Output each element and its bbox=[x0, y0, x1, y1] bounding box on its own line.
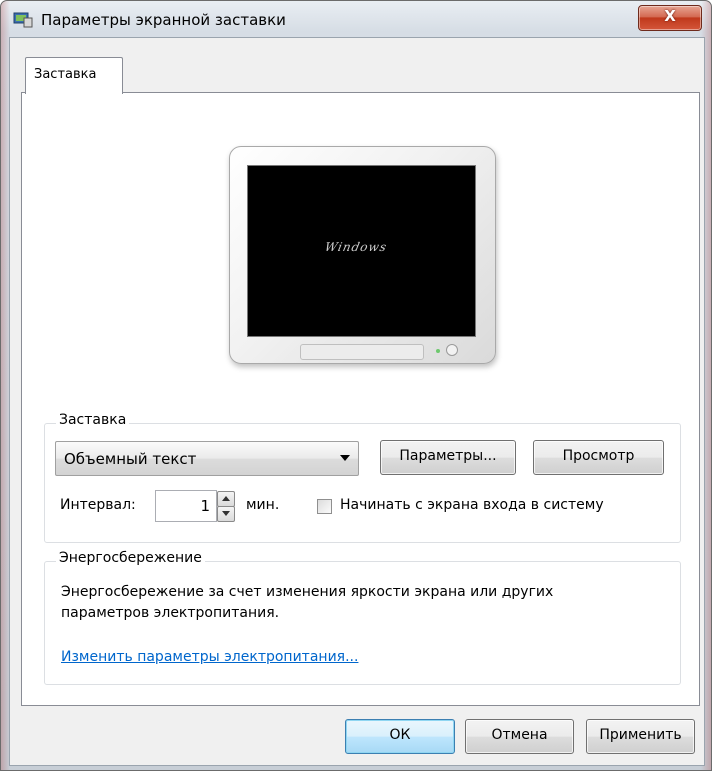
preview-button[interactable]: Просмотр bbox=[533, 440, 664, 475]
logon-screen-checkbox-label[interactable]: Начинать с экрана входа в систему bbox=[340, 497, 604, 513]
close-icon: X bbox=[664, 7, 676, 25]
screensaver-dropdown-value: Объемный текст bbox=[64, 450, 197, 468]
preview-3d-text: Windows bbox=[323, 240, 389, 254]
interval-value: 1 bbox=[200, 497, 210, 515]
interval-unit-label: мин. bbox=[246, 497, 280, 513]
arrow-down-icon bbox=[222, 511, 230, 516]
monitor-stand-slot bbox=[300, 344, 424, 360]
power-description: Энергосбережение за счет изменения яркос… bbox=[61, 584, 554, 621]
ok-button[interactable]: ОК bbox=[345, 719, 455, 754]
display-properties-icon bbox=[13, 12, 33, 28]
power-group-legend: Энергосбережение bbox=[56, 550, 205, 566]
arrow-up-icon bbox=[222, 496, 230, 501]
tab-screensaver[interactable]: Заставка bbox=[25, 57, 123, 94]
logon-screen-checkbox[interactable] bbox=[317, 499, 332, 514]
monitor-led-icon bbox=[436, 349, 440, 353]
interval-increase-button[interactable] bbox=[217, 491, 235, 507]
screensaver-dropdown[interactable]: Объемный текст bbox=[55, 441, 359, 476]
monitor-power-icon bbox=[446, 344, 458, 356]
change-power-settings-link[interactable]: Изменить параметры электропитания... bbox=[61, 649, 358, 665]
screensaver-group-legend: Заставка bbox=[56, 412, 130, 428]
interval-label: Интервал: bbox=[60, 497, 136, 513]
cancel-button[interactable]: Отмена bbox=[465, 719, 574, 754]
interval-input[interactable]: 1 bbox=[155, 490, 217, 522]
chevron-down-icon bbox=[340, 455, 350, 461]
window-title: Параметры экранной заставки bbox=[41, 11, 286, 29]
interval-decrease-button[interactable] bbox=[217, 506, 235, 522]
close-button[interactable]: X bbox=[638, 5, 702, 31]
settings-button[interactable]: Параметры... bbox=[380, 440, 516, 475]
apply-button[interactable]: Применить bbox=[586, 719, 695, 754]
tab-screensaver-label: Заставка bbox=[34, 67, 97, 82]
title-bar[interactable]: Параметры экранной заставки X bbox=[1, 1, 711, 37]
